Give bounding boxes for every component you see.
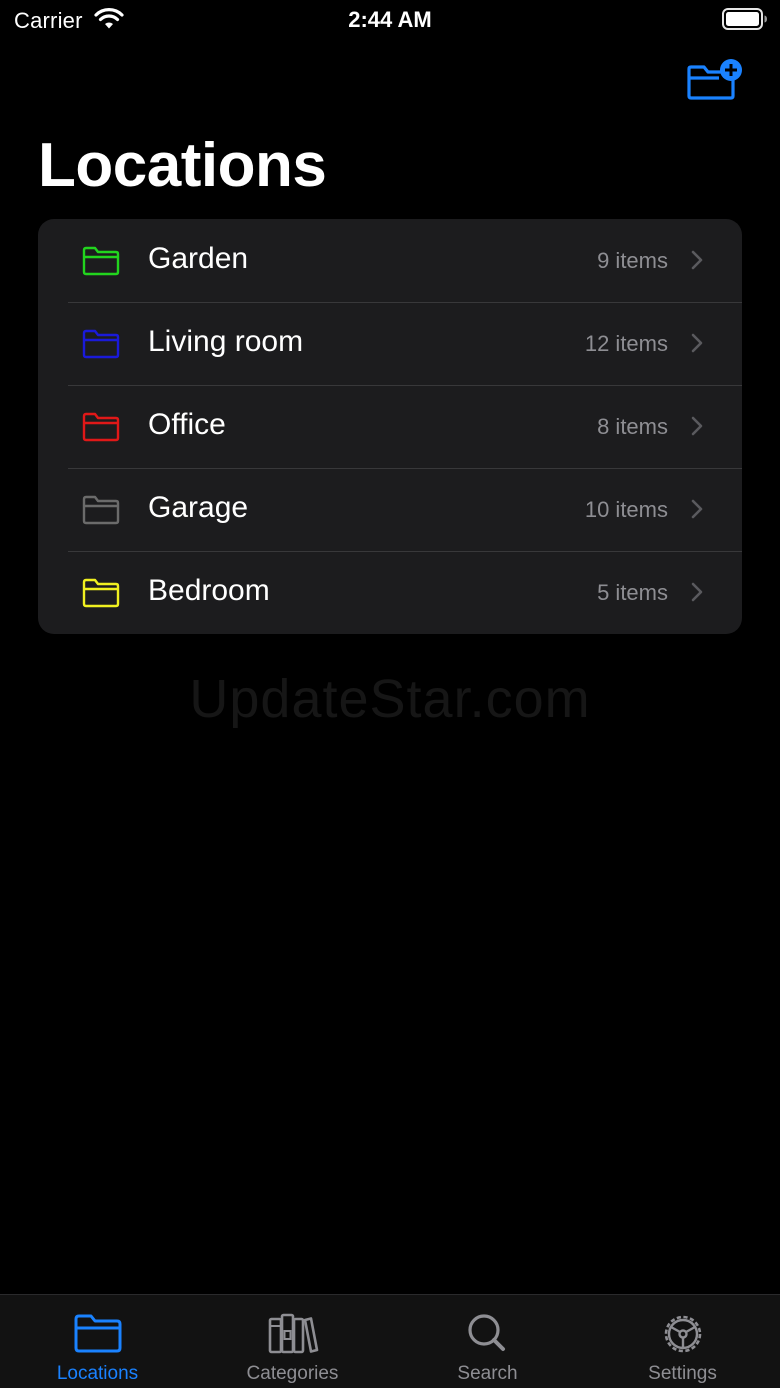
location-list: Garden 9 items Living room 12 items Offi… — [38, 219, 742, 634]
tab-label: Categories — [246, 1363, 339, 1384]
clock: 2:44 AM — [348, 7, 432, 32]
location-row-office[interactable]: Office 8 items — [38, 385, 742, 468]
add-location-button[interactable] — [686, 58, 744, 102]
chevron-right-icon — [691, 582, 703, 602]
chevron-right-icon — [691, 250, 703, 270]
folder-icon — [82, 329, 120, 359]
location-name: Office — [148, 408, 226, 441]
location-row-living-room[interactable]: Living room 12 items — [38, 302, 742, 385]
tab-settings[interactable]: Settings — [585, 1295, 780, 1388]
tab-label: Settings — [648, 1363, 717, 1384]
location-row-garage[interactable]: Garage 10 items — [38, 468, 742, 551]
folder-icon — [82, 412, 120, 442]
folder-icon — [82, 578, 120, 608]
tab-label: Locations — [56, 1363, 139, 1384]
battery-icon — [722, 8, 767, 30]
item-count: 8 items — [597, 414, 668, 439]
folder-icon — [74, 1314, 121, 1353]
location-row-garden[interactable]: Garden 9 items — [38, 219, 742, 302]
page-title: Locations — [38, 131, 327, 200]
watermark: UpdateStar.com — [189, 669, 591, 729]
tab-bar: Locations Categories Search Settings — [0, 1294, 780, 1388]
chevron-right-icon — [691, 416, 703, 436]
location-name: Bedroom — [148, 574, 270, 607]
item-count: 5 items — [597, 580, 668, 605]
tab-search[interactable]: Search — [390, 1295, 585, 1388]
item-count: 9 items — [597, 248, 668, 273]
folder-badge-plus-icon — [687, 59, 742, 100]
chevron-right-icon — [691, 499, 703, 519]
chevron-right-icon — [691, 333, 703, 353]
magnifying-glass-icon — [467, 1314, 505, 1351]
status-bar: Carrier 2:44 AM — [0, 0, 780, 40]
tab-categories[interactable]: Categories — [195, 1295, 390, 1388]
books-icon — [268, 1313, 318, 1354]
folder-icon — [82, 246, 120, 276]
gear-icon — [664, 1315, 701, 1353]
item-count: 12 items — [584, 331, 668, 356]
location-name: Garage — [148, 491, 249, 524]
tab-label: Search — [457, 1363, 518, 1384]
folder-icon — [82, 495, 120, 525]
location-name: Garden — [148, 242, 249, 275]
location-name: Living room — [148, 325, 304, 358]
location-row-bedroom[interactable]: Bedroom 5 items — [38, 551, 742, 634]
tab-locations[interactable]: Locations — [0, 1295, 195, 1388]
item-count: 10 items — [584, 497, 668, 522]
